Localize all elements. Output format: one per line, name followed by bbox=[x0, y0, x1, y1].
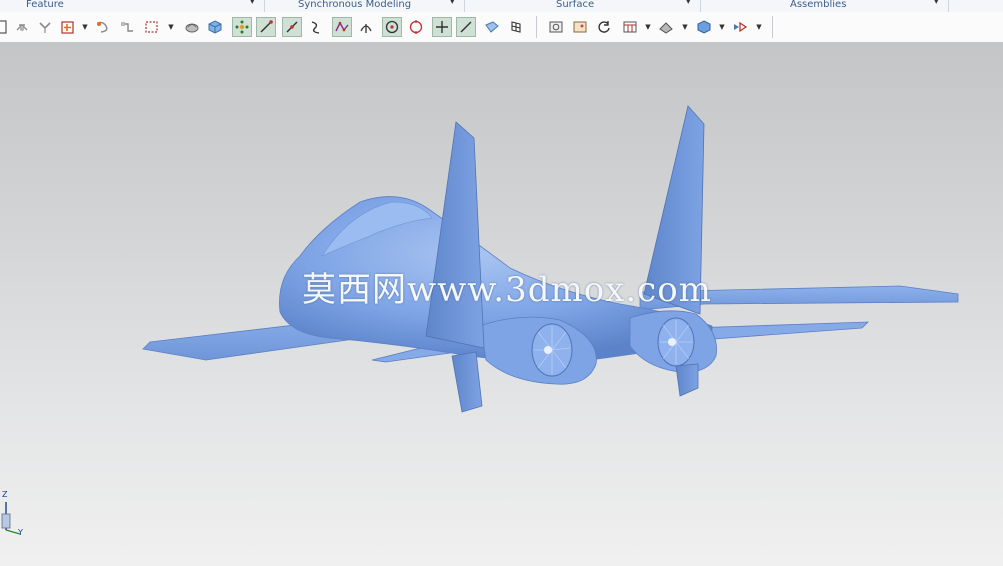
snap-tangent-button[interactable] bbox=[282, 17, 302, 37]
shaded-view-icon bbox=[185, 23, 199, 33]
toolbar-separator bbox=[536, 16, 537, 38]
command-toolbar: ▼ ▼ ▼ ▼ ▼ ▼ bbox=[0, 12, 1003, 43]
sketch-button[interactable] bbox=[0, 17, 10, 37]
shaded-view-button[interactable] bbox=[182, 17, 202, 37]
face-view-icon bbox=[485, 21, 499, 33]
edge-icon bbox=[460, 21, 472, 33]
z-axis-label: Z bbox=[2, 490, 8, 499]
curve-button[interactable] bbox=[306, 17, 326, 37]
center-point-button[interactable] bbox=[382, 17, 402, 37]
right-ventral-fin bbox=[675, 363, 699, 397]
grid-button[interactable] bbox=[506, 17, 526, 37]
group-label-assemblies[interactable]: Assemblies bbox=[790, 0, 846, 10]
left-engine-hub bbox=[544, 346, 552, 354]
render-icon bbox=[659, 22, 673, 34]
datum-box-icon bbox=[61, 21, 74, 34]
display-button[interactable] bbox=[730, 17, 750, 37]
feature-operation-button[interactable] bbox=[35, 17, 55, 37]
right-stabilizer bbox=[689, 321, 869, 341]
snap-points-icon bbox=[235, 20, 249, 34]
watermark-text: 莫西网www.3dmox.com bbox=[302, 270, 712, 310]
group-divider bbox=[264, 0, 265, 12]
image-view-icon bbox=[573, 21, 587, 33]
right-engine-hub bbox=[668, 338, 676, 346]
spline-icon bbox=[335, 21, 349, 32]
extrude-button[interactable] bbox=[12, 17, 32, 37]
circle-point-icon bbox=[409, 20, 423, 34]
camera-icon bbox=[549, 21, 563, 33]
edge-button[interactable] bbox=[456, 17, 476, 37]
datum-point-icon bbox=[121, 22, 133, 32]
snap-points-button[interactable] bbox=[232, 17, 252, 37]
left-ventral-fin bbox=[451, 351, 483, 413]
group-divider bbox=[948, 0, 949, 12]
intersect-icon bbox=[360, 24, 372, 33]
box-view-dropdown-icon[interactable]: ▼ bbox=[719, 22, 725, 32]
select-box-button[interactable] bbox=[142, 17, 162, 37]
select-box-icon bbox=[145, 21, 158, 33]
curve-icon bbox=[311, 21, 320, 34]
extrude-icon bbox=[16, 24, 28, 31]
cross-point-icon bbox=[436, 21, 448, 33]
rotate-button[interactable] bbox=[594, 17, 614, 37]
toolbar-separator bbox=[772, 16, 773, 38]
center-point-icon bbox=[385, 20, 399, 34]
table-button[interactable] bbox=[620, 17, 640, 37]
table-icon bbox=[623, 21, 637, 33]
snap-tangent-icon bbox=[286, 21, 298, 33]
group-label-feature[interactable]: Feature bbox=[26, 0, 64, 10]
render-button[interactable] bbox=[656, 17, 676, 37]
cube-view-icon bbox=[208, 20, 222, 34]
group-label-surface[interactable]: Surface bbox=[556, 0, 594, 10]
y-axis-label: Y bbox=[18, 528, 23, 537]
snap-line-icon bbox=[260, 20, 273, 33]
cube-view-button[interactable] bbox=[205, 17, 225, 37]
spline-button[interactable] bbox=[332, 17, 352, 37]
render-dropdown-icon[interactable]: ▼ bbox=[682, 22, 688, 32]
group-divider bbox=[700, 0, 701, 12]
trim-icon bbox=[97, 21, 108, 33]
display-dropdown-icon[interactable]: ▼ bbox=[756, 22, 762, 32]
assemblies-group-dropdown-icon[interactable]: ▾ bbox=[934, 0, 939, 7]
group-label-synchronous-modeling[interactable]: Synchronous Modeling bbox=[298, 0, 411, 10]
sketch-icon bbox=[0, 20, 7, 34]
camera-button[interactable] bbox=[546, 17, 566, 37]
datum-box-button[interactable] bbox=[58, 17, 78, 37]
intersect-button[interactable] bbox=[356, 17, 376, 37]
graphics-viewport[interactable]: 莫西网www.3dmox.com Z Y bbox=[0, 42, 1003, 566]
table-dropdown-icon[interactable]: ▼ bbox=[645, 22, 651, 32]
face-view-button[interactable] bbox=[482, 17, 502, 37]
datum-point-button[interactable] bbox=[117, 17, 137, 37]
feature-group-dropdown-icon[interactable]: ▾ bbox=[250, 0, 255, 7]
snap-line-button[interactable] bbox=[256, 17, 276, 37]
cross-point-button[interactable] bbox=[432, 17, 452, 37]
box-view-icon bbox=[697, 20, 711, 34]
feature-op-icon bbox=[39, 22, 51, 33]
circle-point-button[interactable] bbox=[406, 17, 426, 37]
synchronous-group-dropdown-icon[interactable]: ▾ bbox=[450, 0, 455, 7]
surface-group-dropdown-icon[interactable]: ▾ bbox=[686, 0, 691, 7]
group-divider bbox=[464, 0, 465, 12]
box-view-button[interactable] bbox=[694, 17, 714, 37]
trim-button[interactable] bbox=[92, 17, 112, 37]
display-icon bbox=[734, 21, 748, 33]
rotate-icon bbox=[598, 21, 610, 33]
image-view-button[interactable] bbox=[570, 17, 590, 37]
datum-box-dropdown-icon[interactable]: ▼ bbox=[82, 22, 88, 32]
select-box-dropdown-icon[interactable]: ▼ bbox=[168, 22, 174, 32]
view-triad[interactable]: Z Y bbox=[0, 488, 28, 544]
grid-icon bbox=[511, 21, 521, 33]
